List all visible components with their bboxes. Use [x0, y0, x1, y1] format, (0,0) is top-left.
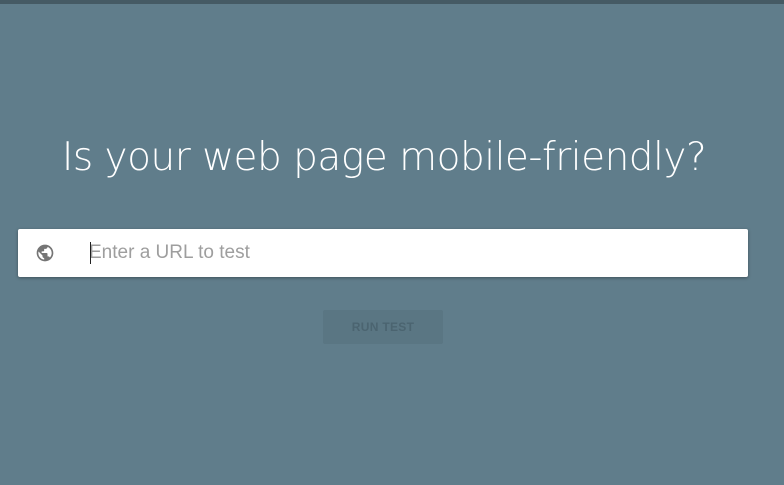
- globe-icon: [35, 243, 55, 263]
- url-input[interactable]: [89, 229, 729, 277]
- text-caret: [90, 242, 91, 264]
- url-search-box[interactable]: [18, 229, 748, 277]
- top-bar: [0, 0, 784, 4]
- run-test-button[interactable]: RUN TEST: [323, 310, 443, 344]
- page-title: Is your web page mobile-friendly?: [61, 135, 707, 180]
